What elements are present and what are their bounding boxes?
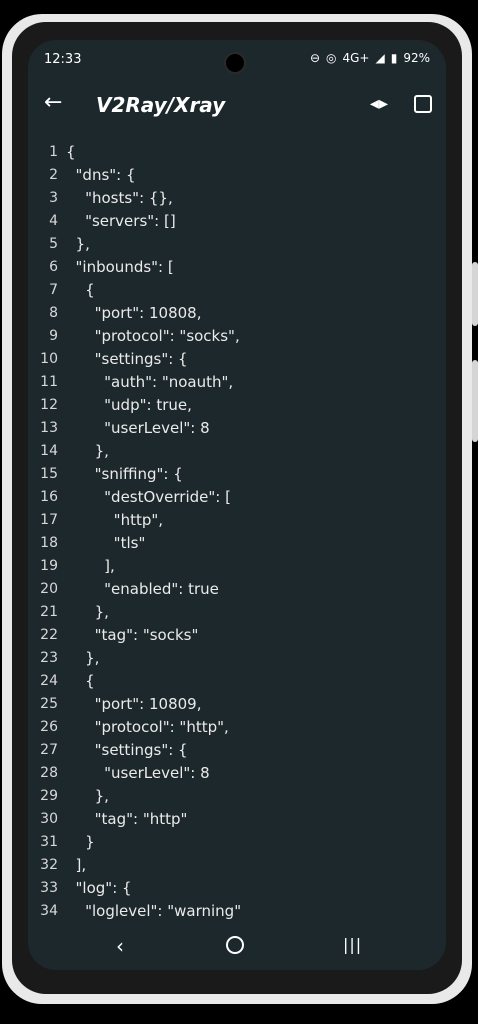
code-line[interactable]: "userLevel": 8 xyxy=(66,764,209,782)
code-line[interactable]: "inbounds": [ xyxy=(66,258,174,276)
code-line[interactable]: "loglevel": "warning" xyxy=(66,902,241,920)
line-number: 31 xyxy=(40,834,58,850)
code-line[interactable]: "http", xyxy=(66,511,163,529)
code-line[interactable]: "auth": "noauth", xyxy=(66,373,233,391)
code-line[interactable]: "protocol": "http", xyxy=(66,718,229,736)
status-icons: ⊖ ◎ 4G+ ◢ ▮ 92% xyxy=(310,51,430,65)
code-line[interactable]: }, xyxy=(66,787,109,805)
status-bar: 12:33 ⊖ ◎ 4G+ ◢ ▮ 92% xyxy=(28,40,446,78)
code-icon[interactable]: ◂▸ xyxy=(370,93,388,114)
battery-percent: 92% xyxy=(403,51,430,65)
code-line[interactable]: "protocol": "socks", xyxy=(66,327,240,345)
line-number: 33 xyxy=(40,880,58,896)
line-number: 10 xyxy=(40,351,58,367)
code-line[interactable]: "sniffing": { xyxy=(66,465,183,483)
line-number: 2 xyxy=(49,167,58,183)
code-line[interactable]: }, xyxy=(66,235,90,253)
code-line[interactable]: "enabled": true xyxy=(66,580,219,598)
hotspot-icon: ◎ xyxy=(326,51,337,65)
code-line[interactable]: "port": 10808, xyxy=(66,304,202,322)
code-line[interactable]: "log": { xyxy=(66,879,132,897)
code-line[interactable]: "tag": "socks" xyxy=(66,626,199,644)
line-number: 23 xyxy=(40,650,58,666)
line-number: 18 xyxy=(40,535,58,551)
app-bar: ← V2Ray/Xray ◂▸ xyxy=(28,80,446,130)
volume-button xyxy=(472,360,478,442)
code-line[interactable]: ], xyxy=(66,856,87,874)
code-line[interactable]: } xyxy=(66,833,95,851)
line-number: 17 xyxy=(40,512,58,528)
line-number: 34 xyxy=(40,903,58,919)
line-number: 15 xyxy=(40,466,58,482)
code-line[interactable]: }, xyxy=(66,649,99,667)
code-line[interactable]: "port": 10809, xyxy=(66,695,202,713)
power-button xyxy=(472,262,478,326)
line-number: 20 xyxy=(40,581,58,597)
back-arrow-icon[interactable]: ← xyxy=(44,90,62,115)
status-time: 12:33 xyxy=(44,52,82,67)
line-number: 8 xyxy=(49,305,58,321)
screen: 12:33 ⊖ ◎ 4G+ ◢ ▮ 92% ← V2Ray/Xray ◂▸ 12… xyxy=(28,40,446,970)
line-number: 6 xyxy=(49,259,58,275)
line-number: 25 xyxy=(40,696,58,712)
nav-recents-icon[interactable]: ||| xyxy=(343,935,362,954)
line-number: 4 xyxy=(49,213,58,229)
front-camera xyxy=(224,52,246,74)
code-line[interactable]: { xyxy=(66,672,95,690)
line-number: 1 xyxy=(49,144,58,160)
line-number: 27 xyxy=(40,742,58,758)
line-number: 3 xyxy=(49,190,58,206)
code-line[interactable]: }, xyxy=(66,603,109,621)
line-number: 9 xyxy=(49,328,58,344)
line-number: 26 xyxy=(40,719,58,735)
line-number: 14 xyxy=(40,443,58,459)
network-type: 4G+ xyxy=(342,51,370,65)
code-line[interactable]: { xyxy=(66,281,95,299)
signal-icon: ◢ xyxy=(375,51,385,65)
line-number: 29 xyxy=(40,788,58,804)
save-icon[interactable] xyxy=(414,95,432,113)
line-number: 21 xyxy=(40,604,58,620)
code-line[interactable]: ], xyxy=(66,557,115,575)
nav-back-icon[interactable]: ‹ xyxy=(116,934,124,958)
line-number: 11 xyxy=(40,374,58,390)
dnd-icon: ⊖ xyxy=(309,51,320,65)
line-number: 22 xyxy=(40,627,58,643)
code-line[interactable]: { xyxy=(66,144,76,161)
page-title: V2Ray/Xray xyxy=(96,93,226,117)
line-number: 16 xyxy=(40,489,58,505)
line-number: 5 xyxy=(49,236,58,252)
navigation-bar: ‹ ||| xyxy=(28,924,446,970)
code-line[interactable]: "settings": { xyxy=(66,350,188,368)
code-line[interactable]: "dns": { xyxy=(66,166,136,184)
line-number: 12 xyxy=(40,397,58,413)
line-number: 13 xyxy=(40,420,58,436)
line-number: 24 xyxy=(40,673,58,689)
code-line[interactable]: "tls" xyxy=(66,534,146,552)
code-line[interactable]: "hosts": {}, xyxy=(66,189,173,207)
line-number: 19 xyxy=(40,558,58,574)
line-number: 32 xyxy=(40,857,58,873)
code-line[interactable]: "servers": [] xyxy=(66,212,176,230)
code-line[interactable]: "userLevel": 8 xyxy=(66,419,209,437)
code-editor[interactable]: 1 2 3 4 5 6 7 8 9 10 11 12 13 14 15 16 17 18 19 20 21 22 23 24 2… xyxy=(28,144,446,924)
code-line[interactable]: "tag": "http" xyxy=(66,810,188,828)
nav-home-icon[interactable] xyxy=(226,936,244,954)
code-line[interactable]: "destOverride": [ xyxy=(66,488,231,506)
code-line[interactable]: "settings": { xyxy=(66,741,188,759)
battery-icon: ▮ xyxy=(390,51,398,65)
line-number: 28 xyxy=(40,765,58,781)
line-number: 7 xyxy=(49,282,58,298)
code-line[interactable]: }, xyxy=(66,442,109,460)
code-line[interactable]: "udp": true, xyxy=(66,396,192,414)
line-number: 30 xyxy=(40,811,58,827)
